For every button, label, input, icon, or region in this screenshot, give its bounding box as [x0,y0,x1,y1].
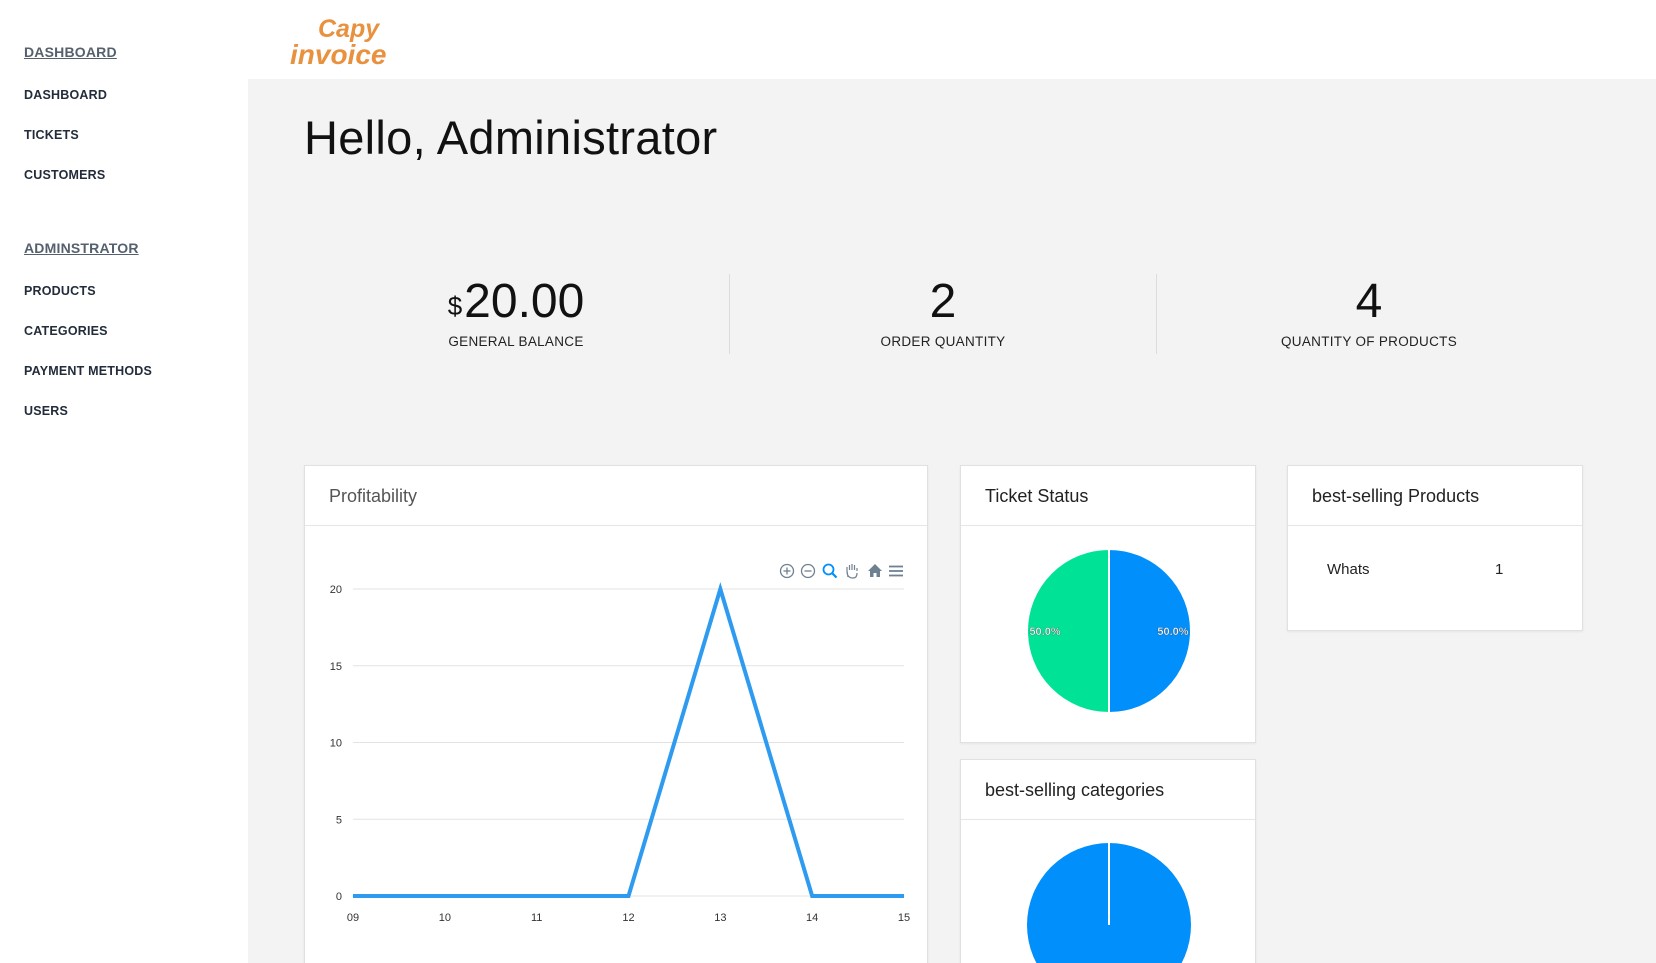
y-axis-ticks: 0 5 10 15 20 [330,584,342,903]
product-name: Whats [1327,561,1370,578]
x-tick-label: 09 [347,912,359,924]
card-title: Profitability [305,466,927,526]
home-icon[interactable] [868,564,882,577]
stat-divider [729,274,730,354]
top-bar: Capy invoice [248,0,1656,79]
stat-general-balance: $20.00 GENERAL BALANCE [351,272,681,349]
pan-icon[interactable] [846,564,858,579]
pie-data-label: 50.0% [1157,626,1188,638]
x-tick-label: 10 [439,912,451,924]
zoom-in-icon[interactable] [779,563,795,579]
page-greeting: Hello, Administrator [304,111,718,164]
sidebar-item-dashboard[interactable]: DASHBOARD [24,88,107,102]
logo-line-2: invoice [290,39,386,68]
sidebar-section-administrator[interactable]: ADMINSTRATOR [24,240,139,256]
ticket-status-pie: 50.0% 50.0% [1026,547,1192,715]
pie-data-label: 50.0% [1029,626,1060,638]
y-tick-label: 5 [336,814,342,826]
stat-order-quantity: 2 ORDER QUANTITY [778,272,1108,349]
best-selling-categories-card: best-selling categories [960,759,1256,963]
chart-grid [353,588,904,897]
sidebar-item-users[interactable]: USERS [24,404,68,418]
stat-quantity-of-products: 4 QUANTITY OF PRODUCTS [1204,272,1534,349]
sidebar-item-products[interactable]: PRODUCTS [24,284,96,298]
ticket-status-card: Ticket Status 50.0% 50.0% [960,465,1256,743]
sidebar-item-tickets[interactable]: TICKETS [24,128,79,142]
stat-label: GENERAL BALANCE [448,334,584,349]
card-title: best-selling Products [1288,466,1582,526]
chart-toolbar [779,563,903,579]
sidebar: DASHBOARD DASHBOARD TICKETS CUSTOMERS AD… [0,0,248,963]
card-title: Ticket Status [961,466,1255,526]
sidebar-item-customers[interactable]: CUSTOMERS [24,168,105,182]
x-tick-label: 15 [898,912,910,924]
profitability-card: Profitability 0 5 10 15 20 09 10 11 12 13 14 15 [304,465,928,963]
sidebar-item-categories[interactable]: CATEGORIES [24,324,108,338]
stat-label: QUANTITY OF PRODUCTS [1280,334,1457,349]
zoom-out-icon[interactable] [800,563,816,579]
product-quantity: 1 [1495,561,1504,578]
sidebar-item-payment-methods[interactable]: PAYMENT METHODS [24,364,152,378]
categories-pie [1027,843,1191,963]
y-tick-label: 10 [330,738,342,750]
stat-label: ORDER QUANTITY [880,334,1006,349]
x-axis-ticks: 09 10 11 12 13 14 15 [347,912,910,924]
x-tick-label: 12 [622,912,634,924]
x-tick-label: 13 [714,912,726,924]
y-tick-label: 0 [336,891,342,903]
stat-value: 2 [929,275,957,328]
capy-invoice-logo[interactable]: Capy invoice [288,12,418,68]
selection-zoom-icon[interactable] [822,563,838,579]
stat-value: 4 [1355,275,1383,328]
stat-divider [1156,274,1157,354]
x-tick-label: 11 [531,912,542,924]
card-title: best-selling categories [961,760,1255,820]
y-tick-label: 15 [330,661,342,673]
currency-symbol: $ [447,291,463,321]
stat-value: 20.00 [464,275,585,328]
profitability-chart: 0 5 10 15 20 09 10 11 12 13 14 15 [330,563,910,924]
menu-icon[interactable] [889,565,903,577]
sidebar-section-dashboard[interactable]: DASHBOARD [24,44,117,60]
y-tick-label: 20 [330,584,342,596]
best-selling-products-card: best-selling Products Whats 1 [1287,465,1583,631]
x-tick-label: 14 [806,912,818,924]
